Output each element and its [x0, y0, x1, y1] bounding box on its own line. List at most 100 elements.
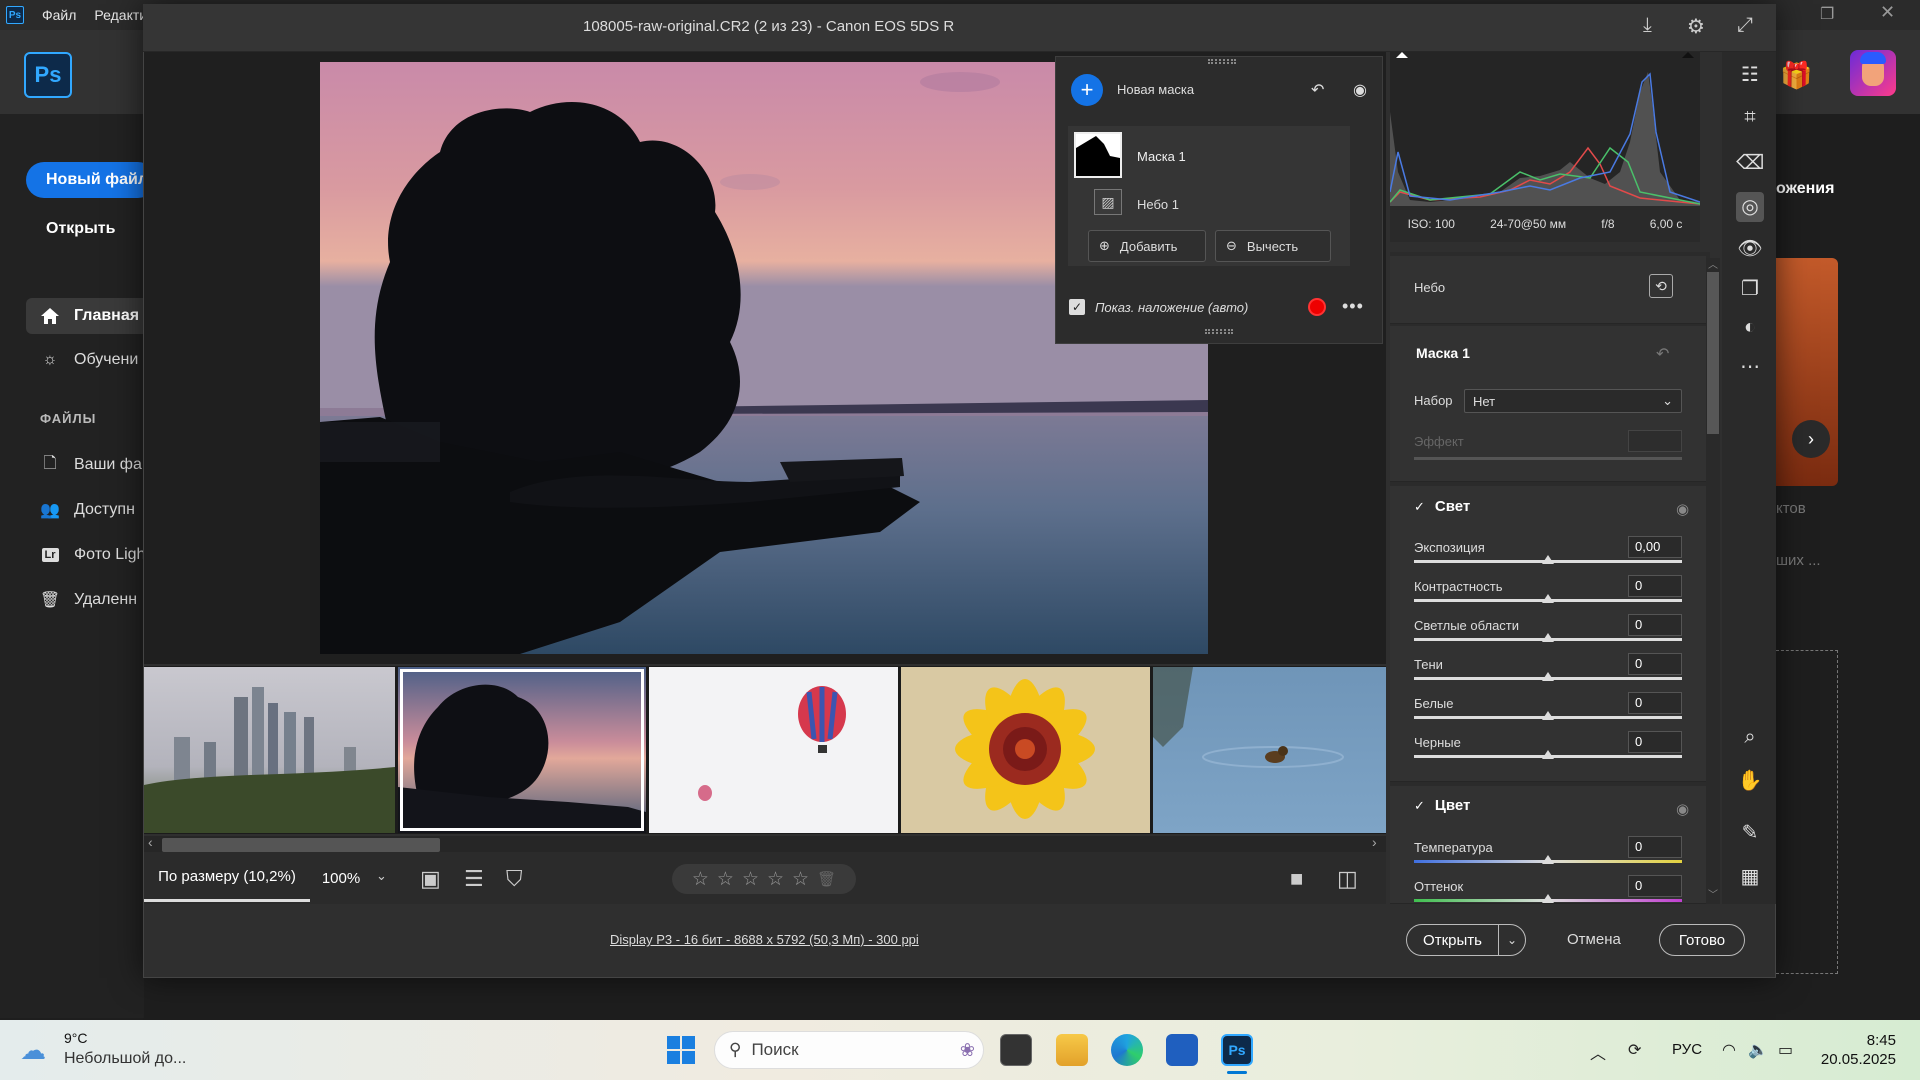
reset-mask-icon[interactable]: ↶	[1656, 344, 1669, 364]
filter-icon[interactable]: ⛉	[506, 866, 523, 892]
filmstrip-thumb[interactable]	[649, 667, 898, 833]
star-icon[interactable]: ☆	[792, 868, 809, 891]
subtract-mask-button[interactable]: ⊖ Вычесть	[1215, 230, 1331, 262]
taskbar-search[interactable]: ⚲ Поиск ❀	[714, 1031, 984, 1069]
done-button[interactable]: Готово	[1659, 924, 1745, 956]
show-overlay-toggle[interactable]: ✓ Показ. наложение (авто)	[1069, 299, 1248, 315]
grid-icon[interactable]: ▦	[1736, 864, 1764, 889]
fullscreen-icon[interactable]: ⤢	[1737, 14, 1753, 37]
red-eye-icon[interactable]: 👁	[1736, 236, 1764, 261]
windows-start-icon[interactable]	[667, 1036, 695, 1064]
sync-icon[interactable]: ⟳	[1628, 1040, 1641, 1060]
slider-value-input[interactable]: 0	[1628, 614, 1682, 636]
sky-component-label[interactable]: Небо 1	[1137, 197, 1179, 212]
presets-icon[interactable]: ◐	[1736, 316, 1764, 339]
open-button[interactable]: Открыть	[1407, 925, 1499, 955]
before-after-icon[interactable]: ◫	[1337, 866, 1358, 892]
sidebar-item-home[interactable]: Главная	[26, 298, 146, 334]
fit-to-view-button[interactable]: По размеру (10,2%)	[144, 854, 310, 902]
open-split-button[interactable]: Открыть ⌄	[1406, 924, 1526, 956]
chevron-left-icon[interactable]: ‹	[148, 834, 153, 850]
chevron-right-icon[interactable]: ›	[1792, 420, 1830, 458]
scroll-down-icon[interactable]: ﹀	[1708, 886, 1718, 901]
eye-icon[interactable]: ◉	[1676, 500, 1689, 518]
overlay-color-swatch[interactable]	[1308, 298, 1326, 316]
new-file-button[interactable]: Новый файл	[26, 162, 156, 198]
slider-handle[interactable]	[1542, 555, 1554, 564]
slider-handle[interactable]	[1542, 855, 1554, 864]
add-mask-button[interactable]: ⊕ Добавить	[1088, 230, 1206, 262]
star-icon[interactable]: ☆	[742, 868, 759, 891]
gear-icon[interactable]: ⚙	[1687, 14, 1705, 39]
filmstrip-view-icon[interactable]: ▣	[420, 866, 441, 892]
star-icon[interactable]: ☆	[717, 868, 734, 891]
cancel-button[interactable]: Отмена	[1567, 931, 1621, 948]
slider-value-input[interactable]: 0	[1628, 575, 1682, 597]
wifi-icon[interactable]: ◠	[1722, 1040, 1736, 1060]
light-section-header[interactable]: ✓ Свет	[1414, 498, 1470, 515]
menu-file[interactable]: Файл	[42, 7, 76, 23]
mask-name[interactable]: Маска 1	[1137, 149, 1186, 164]
chevron-down-icon[interactable]: ⌄	[1499, 925, 1525, 955]
battery-icon[interactable]: ▭	[1778, 1040, 1793, 1060]
avatar[interactable]	[1850, 50, 1896, 96]
color-section-header[interactable]: ✓ Цвет	[1414, 797, 1470, 814]
task-view-icon[interactable]	[1000, 1034, 1032, 1066]
chevron-up-icon[interactable]: ︿	[1590, 1040, 1606, 1064]
filmstrip-thumb[interactable]	[901, 667, 1150, 833]
sidebar-item-your-files[interactable]: 🗋 Ваши фа	[26, 447, 146, 483]
drop-zone[interactable]	[1776, 650, 1838, 974]
snapshots-icon[interactable]: ❐	[1736, 276, 1764, 301]
zoom-icon[interactable]: ⌕	[1736, 726, 1764, 749]
volume-icon[interactable]: 🔈	[1748, 1040, 1768, 1060]
weather-desc[interactable]: Небольшой до...	[64, 1050, 186, 1068]
preset-select[interactable]: Нет ⌄	[1464, 389, 1682, 413]
panel-drag-handle[interactable]	[1208, 59, 1236, 64]
color-sampler-icon[interactable]: ✎	[1736, 820, 1764, 845]
slider-value-input[interactable]: 0,00	[1628, 536, 1682, 558]
slider-handle[interactable]	[1542, 711, 1554, 720]
photoshop-taskbar-icon[interactable]: Ps	[1221, 1034, 1253, 1066]
menu-edit[interactable]: Редакти	[94, 7, 147, 23]
sidebar-item-deleted[interactable]: 🗑 Удаленн	[26, 582, 146, 618]
store-icon[interactable]	[1166, 1034, 1198, 1066]
slider-handle[interactable]	[1542, 750, 1554, 759]
slider-value-input[interactable]: 0	[1628, 836, 1682, 858]
sky-component-icon[interactable]: ▨	[1094, 189, 1122, 215]
taskbar-clock[interactable]: 8:45 20.05.2025	[1820, 1031, 1896, 1069]
eye-icon[interactable]: ◉	[1676, 800, 1689, 818]
close-window-icon[interactable]: ✕	[1880, 2, 1895, 23]
filmstrip-thumb-selected[interactable]	[398, 667, 646, 833]
language-indicator[interactable]: РУС	[1672, 1041, 1702, 1058]
star-icon[interactable]: ☆	[692, 868, 709, 891]
undo-icon[interactable]: ↶	[1311, 80, 1324, 100]
checkbox-checked-icon[interactable]: ✓	[1069, 299, 1085, 315]
weather-cloud-icon[interactable]: ☁	[20, 1035, 46, 1066]
workflow-options-link[interactable]: Display P3 - 16 бит - 8688 x 5792 (50,3 …	[610, 932, 919, 947]
star-icon[interactable]: ☆	[767, 868, 784, 891]
slider-handle[interactable]	[1542, 894, 1554, 903]
mask-thumbnail[interactable]	[1074, 132, 1122, 178]
chevron-right-icon[interactable]: ›	[1372, 834, 1377, 850]
eraser-heal-icon[interactable]: ⌫	[1736, 150, 1764, 175]
scroll-up-icon[interactable]: ︿	[1708, 256, 1718, 271]
panel-resize-handle[interactable]	[1205, 329, 1233, 334]
hand-icon[interactable]: ✋	[1736, 768, 1764, 793]
sidebar-item-shared[interactable]: 👥 Доступн	[26, 492, 146, 528]
more-options-icon[interactable]: •••	[1342, 296, 1364, 317]
sort-icon[interactable]: ☰	[464, 866, 484, 892]
slider-value-input[interactable]: 0	[1628, 692, 1682, 714]
star-rating[interactable]: ☆ ☆ ☆ ☆ ☆ 🗑	[672, 864, 856, 894]
scrollbar-thumb[interactable]	[1707, 272, 1719, 434]
single-view-icon[interactable]: ■	[1290, 866, 1303, 892]
zoom-100-button[interactable]: 100%	[310, 854, 372, 902]
slider-value-input[interactable]: 0	[1628, 731, 1682, 753]
filmstrip-thumb[interactable]	[144, 667, 395, 833]
more-tools-icon[interactable]: ⋯	[1736, 354, 1764, 379]
sidebar-item-learn[interactable]: ☼ Обучени	[26, 342, 146, 378]
edit-sliders-icon[interactable]: ☷	[1736, 62, 1764, 87]
weather-temp[interactable]: 9°C	[64, 1030, 88, 1046]
file-explorer-icon[interactable]	[1056, 1034, 1088, 1066]
save-download-icon[interactable]: ⤓	[1643, 14, 1652, 37]
new-mask-button[interactable]: +	[1071, 74, 1103, 106]
